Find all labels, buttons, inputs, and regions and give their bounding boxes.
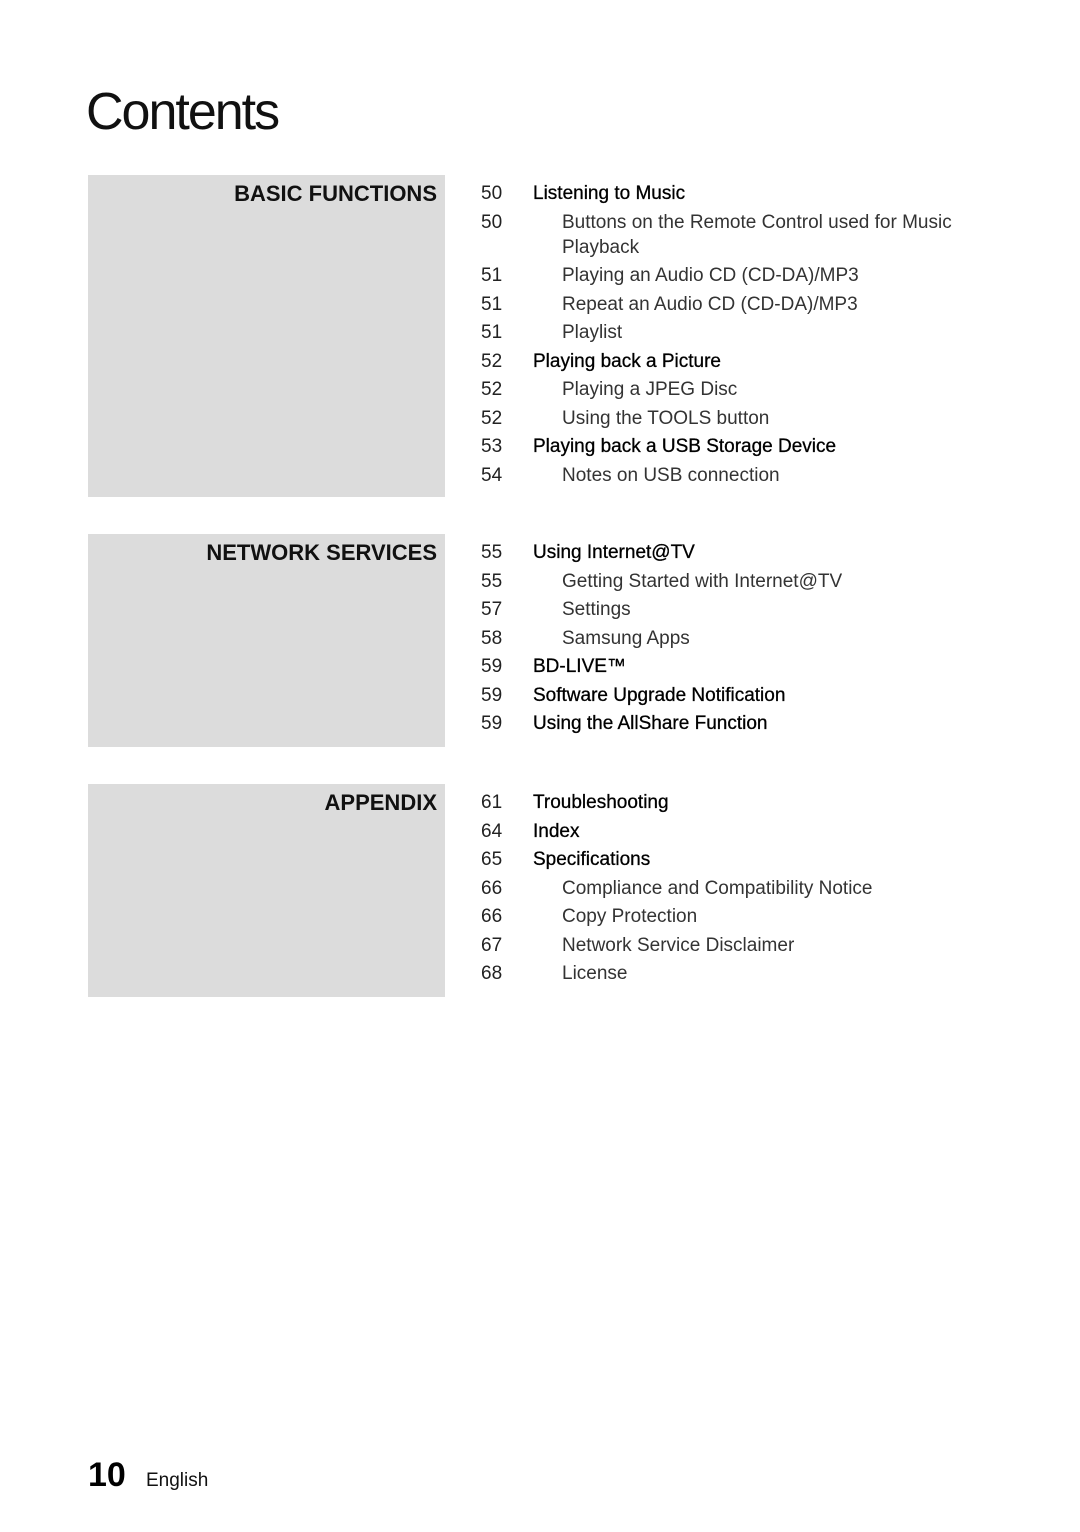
toc-entry-title: BD-LIVE™: [533, 656, 626, 677]
toc-page-number: 57: [481, 599, 503, 620]
section-box-appendix: APPENDIX: [88, 784, 445, 997]
toc-entry[interactable]: 53 Playing back a USB Storage Device: [481, 434, 1001, 459]
toc-entry-title: Buttons on the Remote Control used for M…: [562, 211, 952, 258]
toc-page-number: 64: [481, 820, 503, 842]
toc-entry[interactable]: 51 Playing an Audio CD (CD-DA)/MP3: [481, 263, 1001, 288]
toc-entry-title: Network Service Disclaimer: [562, 934, 795, 956]
toc-page-number: 66: [481, 877, 503, 899]
toc-page-number: 53: [481, 436, 503, 457]
toc-entry[interactable]: 51 Playlist: [481, 320, 1001, 345]
toc-page-number: 65: [481, 849, 503, 870]
page-title: Contents: [86, 83, 280, 141]
toc-entry[interactable]: 52 Playing back a Picture: [481, 349, 1001, 374]
toc-entry[interactable]: 64 Index: [481, 819, 1001, 844]
toc-entry-title: Using the TOOLS button: [562, 407, 770, 429]
toc-page-number: 59: [481, 684, 503, 706]
toc-entry[interactable]: 65 Specifications: [481, 847, 1001, 872]
toc-page-number: 61: [481, 792, 503, 813]
toc-entry[interactable]: 51 Repeat an Audio CD (CD-DA)/MP3: [481, 292, 1001, 317]
toc-entry-title: Getting Started with Internet@TV: [562, 570, 843, 592]
toc-page-number: 66: [481, 906, 503, 927]
section-label: BASIC FUNCTIONS: [234, 181, 437, 206]
toc-page-number: 50: [481, 183, 503, 204]
section-label: NETWORK SERVICES: [206, 540, 437, 565]
toc-entry[interactable]: 54 Notes on USB connection: [481, 463, 1001, 488]
section-box-network-services: NETWORK SERVICES: [88, 534, 445, 747]
toc-entry-title: Playing a JPEG Disc: [562, 379, 738, 400]
toc-page-number: 55: [481, 542, 503, 563]
toc-entry[interactable]: 52 Playing a JPEG Disc: [481, 377, 1001, 402]
toc-page-number: 51: [481, 322, 503, 343]
toc-entry-title: Listening to Music: [533, 183, 686, 204]
toc-entry[interactable]: 66 Copy Protection: [481, 904, 1001, 929]
toc-entry-title: Using the AllShare Function: [533, 713, 768, 734]
toc-page-number: 59: [481, 656, 503, 677]
toc-page-number: 52: [481, 350, 503, 372]
toc-page-number: 58: [481, 627, 503, 649]
toc-page-number: 51: [481, 293, 503, 315]
toc-entry-title: Playing back a Picture: [533, 350, 721, 372]
page-number: 10: [88, 1456, 126, 1494]
toc-list-basic-functions: 50 Listening to Music 50 Buttons on the Rem…: [481, 181, 1001, 491]
toc-entry-title: Using Internet@TV: [533, 542, 695, 563]
toc-entry-title: Troubleshooting: [533, 792, 669, 813]
toc-entry-title: Playing back a USB Storage Device: [533, 436, 837, 457]
toc-entry[interactable]: 66 Compliance and Compatibility Notice: [481, 876, 1001, 901]
toc-entry-title: License: [562, 963, 628, 984]
language-label: English: [146, 1470, 209, 1491]
toc-page-number: 51: [481, 265, 503, 286]
toc-entry-title: Compliance and Compatibility Notice: [562, 877, 873, 899]
toc-entry[interactable]: 61 Troubleshooting: [481, 790, 1001, 815]
toc-entry-title: Notes on USB connection: [562, 464, 780, 486]
toc-page-number: 52: [481, 407, 503, 429]
toc-entry-title: Playing an Audio CD (CD-DA)/MP3: [562, 265, 859, 286]
toc-entry[interactable]: 52 Using the TOOLS button: [481, 406, 1001, 431]
toc-page-number: 55: [481, 570, 503, 592]
toc-entry-title: Playlist: [562, 322, 623, 343]
toc-entry[interactable]: 55 Getting Started with Internet@TV: [481, 569, 1001, 594]
toc-entry[interactable]: 50 Buttons on the Remote Control used for…: [481, 210, 1001, 260]
toc-entry-title: Repeat an Audio CD (CD-DA)/MP3: [562, 293, 858, 315]
toc-page-number: 68: [481, 963, 503, 984]
toc-entry[interactable]: 59 Software Upgrade Notification: [481, 683, 1001, 708]
toc-entry[interactable]: 57 Settings: [481, 597, 1001, 622]
toc-entry-title: Software Upgrade Notification: [533, 684, 786, 706]
toc-entry[interactable]: 58 Samsung Apps: [481, 626, 1001, 651]
toc-entry[interactable]: 50 Listening to Music: [481, 181, 1001, 206]
toc-entry[interactable]: 55 Using Internet@TV: [481, 540, 1001, 565]
toc-entry-title: Copy Protection: [562, 906, 698, 927]
toc-page-number: 50: [481, 211, 503, 233]
toc-page-number: 54: [481, 464, 503, 486]
toc-entry[interactable]: 59 Using the AllShare Function: [481, 711, 1001, 736]
toc-page-number: 52: [481, 379, 503, 400]
toc-entry-title: Samsung Apps: [562, 627, 690, 649]
section-box-basic-functions: BASIC FUNCTIONS: [88, 175, 445, 497]
toc-entry-title: Index: [533, 820, 580, 842]
toc-entry[interactable]: 67 Network Service Disclaimer: [481, 933, 1001, 958]
toc-entry-title: Specifications: [533, 849, 651, 870]
toc-entry-title: Settings: [562, 599, 631, 620]
section-label: APPENDIX: [324, 790, 437, 815]
toc-list-appendix: 61 Troubleshooting 64 Index 65 Specifications…: [481, 790, 1001, 990]
toc-page-number: 67: [481, 934, 503, 956]
toc-page-number: 59: [481, 713, 503, 734]
toc-list-network-services: 55 Using Internet@TV 55 Getting Started wit…: [481, 540, 1001, 740]
toc-entry[interactable]: 68 License: [481, 961, 1001, 986]
toc-entry[interactable]: 59 BD-LIVE™: [481, 654, 1001, 679]
